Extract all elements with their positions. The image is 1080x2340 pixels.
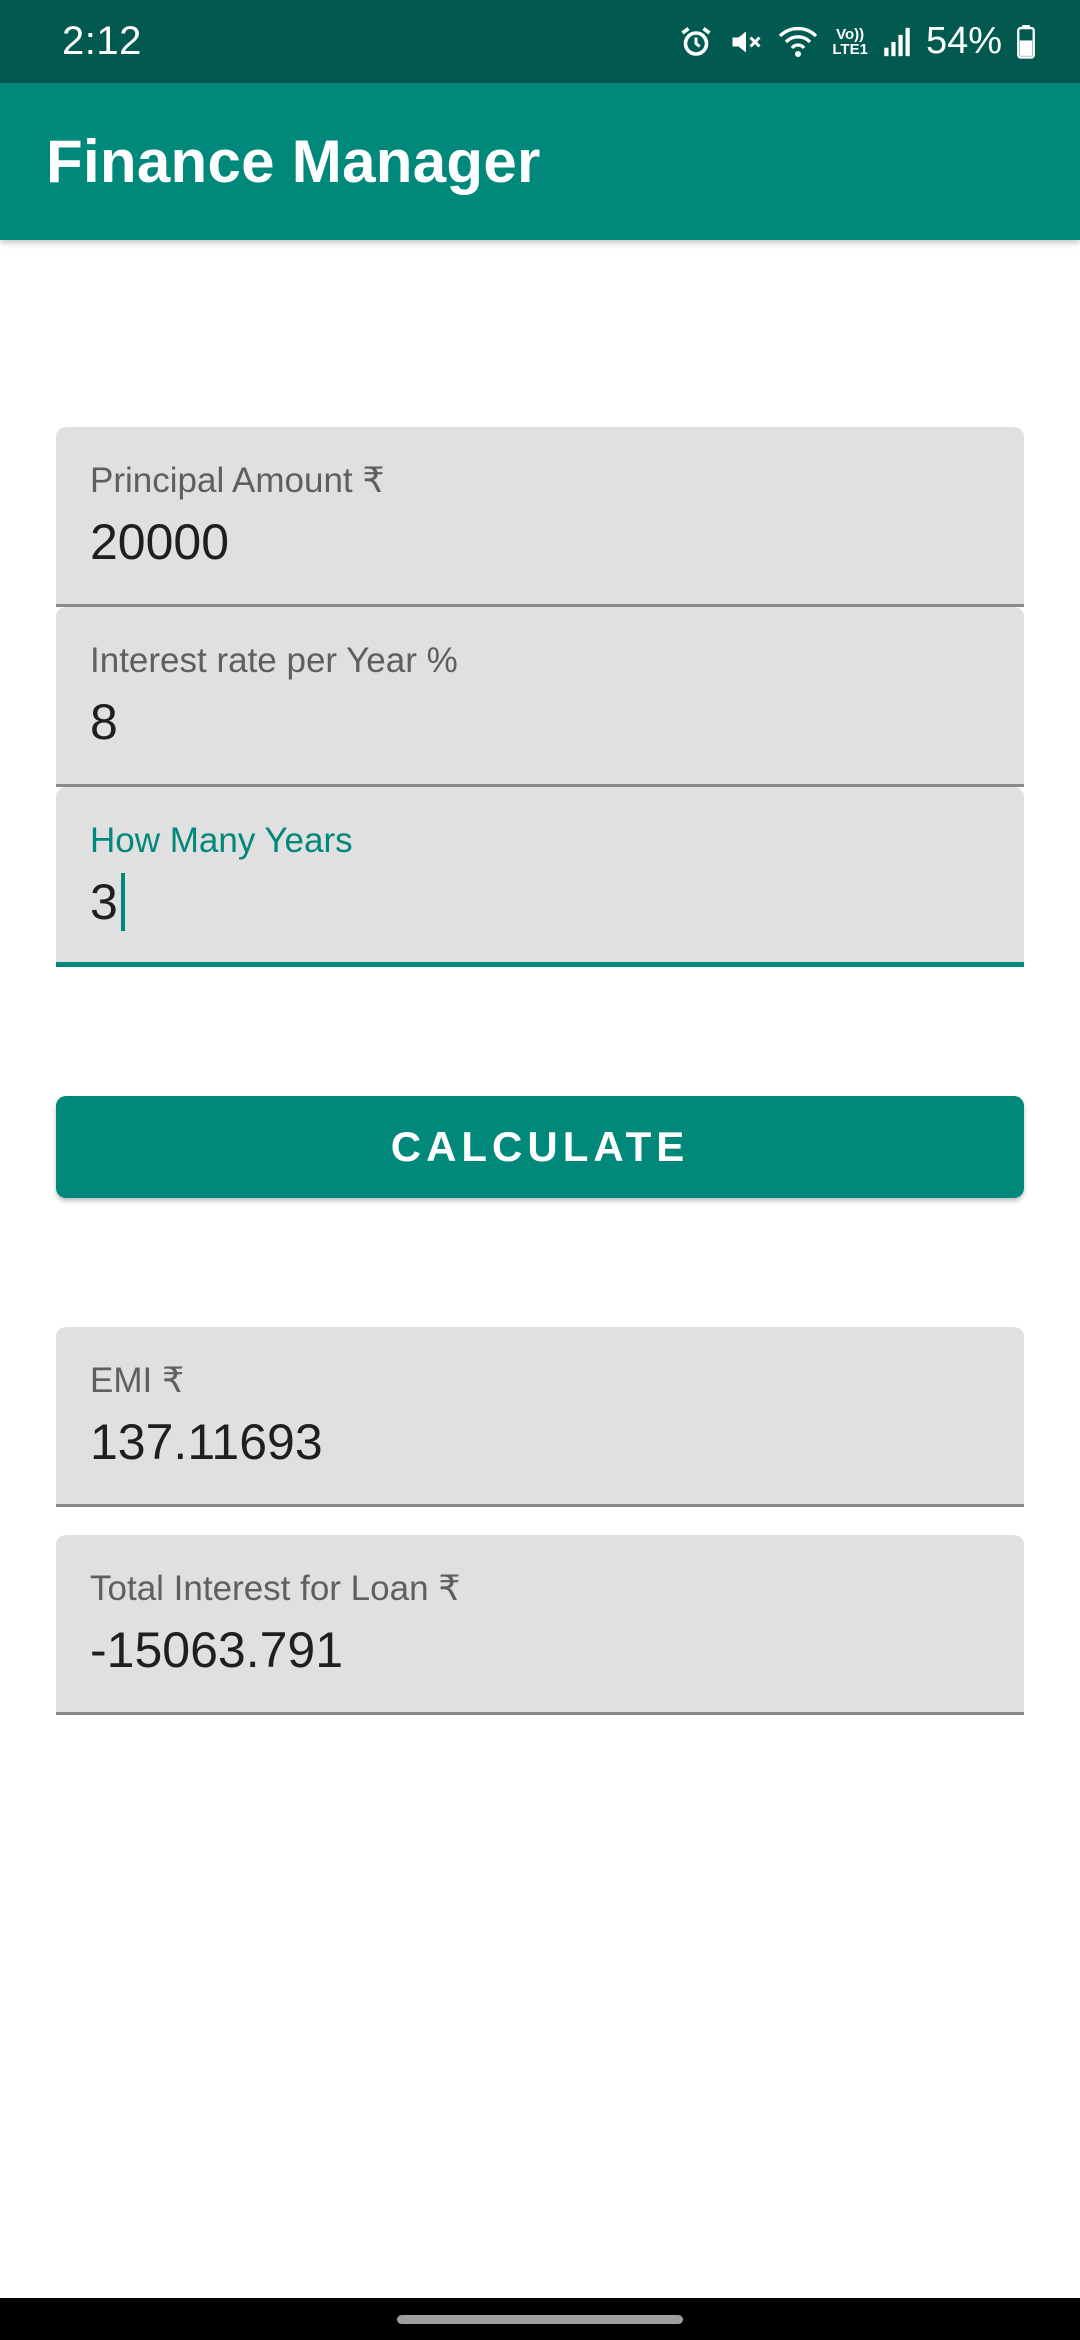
app-bar: Finance Manager — [0, 83, 1080, 240]
wifi-icon — [778, 24, 818, 60]
years-label: How Many Years — [90, 821, 353, 860]
total-interest-field[interactable]: Total Interest for Loan ₹ -15063.791 — [56, 1535, 1024, 1715]
emi-label: EMI ₹ — [90, 1361, 185, 1400]
interest-rate-field[interactable]: Interest rate per Year % 8 — [56, 607, 1024, 787]
principal-amount-value[interactable]: 20000 — [90, 513, 229, 571]
total-interest-label: Total Interest for Loan ₹ — [90, 1569, 461, 1608]
emi-field[interactable]: EMI ₹ 137.11693 — [56, 1327, 1024, 1507]
lte-icon: Vo)) LTE1 — [832, 27, 868, 57]
status-bar: 2:12 Vo)) LTE1 54% — [0, 0, 1080, 83]
app-title: Finance Manager — [46, 128, 541, 195]
total-interest-value[interactable]: -15063.791 — [90, 1621, 343, 1679]
status-time: 2:12 — [62, 19, 142, 63]
mute-icon — [728, 24, 764, 60]
text-caret — [120, 873, 125, 931]
principal-amount-label: Principal Amount ₹ — [90, 461, 385, 500]
years-value: 3 — [90, 874, 118, 930]
signal-icon — [882, 25, 912, 59]
emi-value[interactable]: 137.11693 — [90, 1413, 323, 1471]
principal-amount-field[interactable]: Principal Amount ₹ 20000 — [56, 427, 1024, 607]
battery-percent: 54% — [925, 20, 1002, 62]
status-icons: Vo)) LTE1 54% — [678, 20, 1036, 63]
years-input[interactable]: 3 — [90, 873, 125, 931]
calculate-button[interactable]: CALCULATE — [56, 1096, 1024, 1198]
interest-rate-value[interactable]: 8 — [90, 693, 118, 751]
interest-rate-label: Interest rate per Year % — [90, 641, 458, 680]
alarm-icon — [678, 24, 714, 60]
battery-icon — [1016, 24, 1036, 59]
home-gesture-handle[interactable] — [397, 2315, 683, 2324]
navigation-bar — [0, 2298, 1080, 2340]
years-field[interactable]: How Many Years 3 — [56, 787, 1024, 967]
lte-top-text: Vo)) — [836, 25, 865, 43]
lte-bottom-text: LTE1 — [832, 40, 868, 58]
